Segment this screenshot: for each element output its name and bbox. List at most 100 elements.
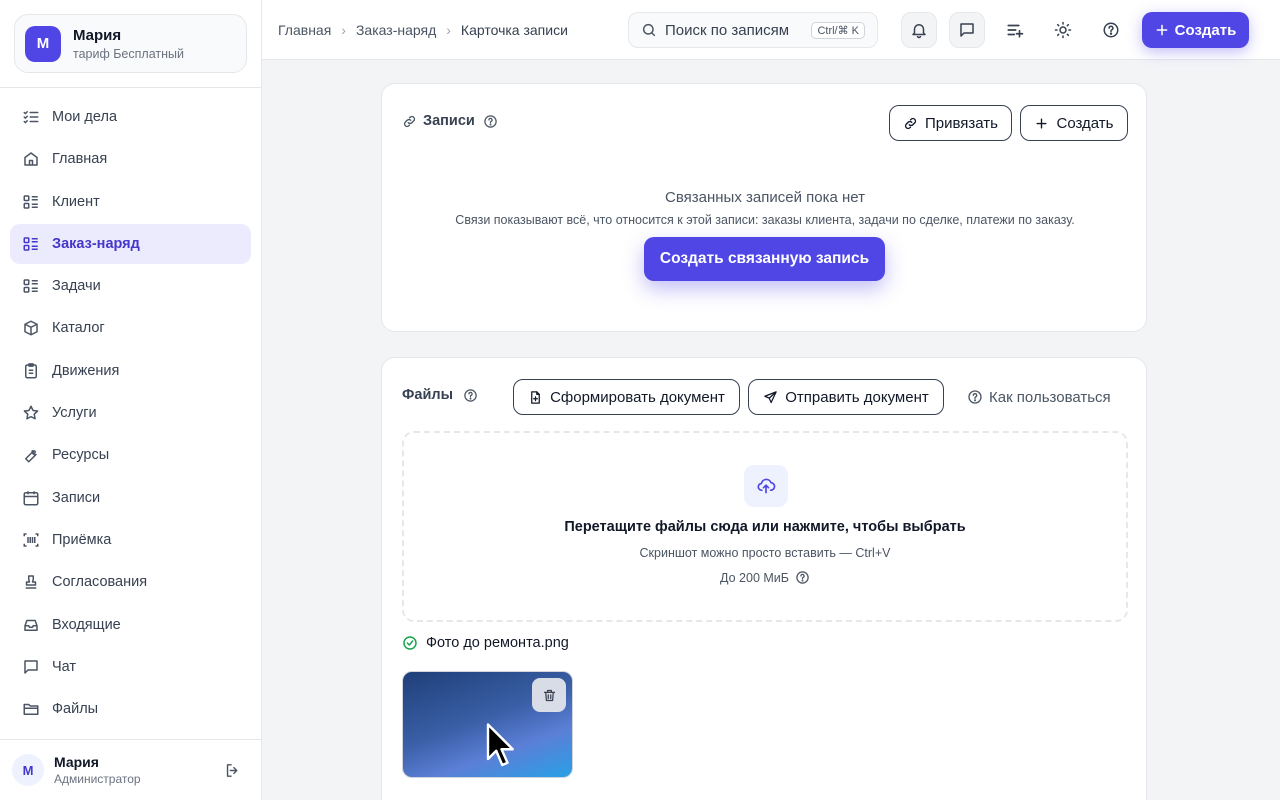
home-icon bbox=[24, 152, 38, 167]
empty-state-description: Связи показывают всё, что относится к эт… bbox=[455, 213, 1075, 227]
sun-icon bbox=[1054, 21, 1072, 39]
create-button[interactable]: Создать bbox=[1142, 12, 1249, 48]
topbar: Главная › Заказ-наряд › Карточка записи … bbox=[262, 0, 1280, 60]
sidebar-item-services[interactable]: Услуги bbox=[10, 393, 251, 433]
sidebar-item-label: Ресурсы bbox=[52, 447, 110, 464]
empty-state-title: Связанных записей пока нет bbox=[665, 189, 865, 206]
search-input[interactable]: Поиск по записям Ctrl/⌘ K bbox=[628, 12, 878, 48]
sidebar-item-approvals[interactable]: Согласования bbox=[10, 562, 251, 602]
breadcrumb-home[interactable]: Главная bbox=[278, 22, 331, 38]
sidebar-item-label: Записи bbox=[52, 489, 101, 506]
breadcrumb-work-order[interactable]: Заказ-наряд bbox=[356, 22, 436, 38]
theme-toggle-button[interactable] bbox=[1045, 12, 1081, 48]
trash-icon bbox=[543, 689, 555, 701]
send-icon bbox=[764, 390, 777, 403]
sidebar-item-work-order[interactable]: Заказ-наряд bbox=[10, 223, 251, 264]
sidebar-item-appointments[interactable]: Записи bbox=[10, 478, 251, 518]
check-circle-icon bbox=[403, 636, 417, 650]
divider bbox=[0, 739, 262, 740]
how-to-use-link[interactable]: Как пользоваться bbox=[967, 386, 1111, 408]
send-document-label: Отправить документ bbox=[785, 388, 929, 406]
folder-icon bbox=[23, 703, 39, 716]
divider bbox=[0, 87, 262, 88]
org-name: Мария bbox=[73, 26, 122, 44]
send-document-button[interactable]: Отправить документ bbox=[748, 379, 944, 415]
sidebar-item-catalog[interactable]: Каталог bbox=[10, 308, 251, 348]
logout-icon bbox=[226, 763, 237, 777]
file-plus-icon bbox=[531, 390, 540, 404]
sidebar-item-resources[interactable]: Ресурсы bbox=[10, 435, 251, 475]
stamp-icon bbox=[25, 575, 37, 590]
files-title-label: Файлы bbox=[402, 387, 453, 403]
sidebar-item-label: Файлы bbox=[52, 701, 99, 718]
file-dropzone[interactable]: Перетащите файлы сюда или нажмите, чтобы… bbox=[402, 431, 1128, 622]
link-icon bbox=[904, 117, 917, 129]
list-icon bbox=[23, 194, 38, 209]
create-linked-record-button[interactable]: Создать связанную запись bbox=[644, 237, 885, 281]
sidebar-item-inbox[interactable]: Входящие bbox=[10, 605, 251, 645]
records-title: Записи bbox=[402, 113, 498, 129]
bell-icon bbox=[912, 24, 926, 39]
messages-button[interactable] bbox=[949, 12, 985, 48]
sidebar-item-movements[interactable]: Движения bbox=[10, 351, 251, 391]
sidebar-item-label: Входящие bbox=[52, 616, 121, 633]
org-avatar: М bbox=[25, 25, 61, 62]
notifications-button[interactable] bbox=[901, 12, 937, 48]
avatar[interactable]: М bbox=[12, 754, 44, 786]
sidebar-item-label: Главная bbox=[52, 151, 108, 168]
sidebar-item-label: Движения bbox=[52, 362, 120, 379]
help-icon[interactable] bbox=[483, 114, 498, 129]
user-profile: М Мария Администратор bbox=[12, 752, 252, 788]
delete-file-button[interactable] bbox=[532, 678, 566, 712]
clipboard-icon bbox=[25, 362, 37, 379]
list-add-icon bbox=[1007, 24, 1024, 38]
chat-icon bbox=[960, 23, 974, 37]
upload-icon-box bbox=[744, 465, 788, 507]
help-icon[interactable] bbox=[795, 570, 810, 585]
chat-icon bbox=[24, 660, 38, 674]
sidebar-item-intake[interactable]: Приёмка bbox=[10, 520, 251, 560]
logout-button[interactable] bbox=[218, 756, 246, 784]
sidebar-item-label: Клиент bbox=[52, 193, 100, 210]
dropzone-limit-label: До 200 МиБ bbox=[720, 570, 789, 585]
files-title: Файлы bbox=[402, 387, 478, 403]
sidebar-item-home[interactable]: Главная bbox=[10, 139, 251, 179]
sidebar-nav: Мои дела Главная Клиент Заказ-наряд Зада… bbox=[10, 97, 251, 731]
add-to-list-button[interactable] bbox=[997, 12, 1033, 48]
dropzone-limit: До 200 МиБ bbox=[404, 570, 1126, 585]
scan-icon bbox=[23, 533, 39, 547]
sidebar-item-label: Приёмка bbox=[52, 531, 112, 548]
plus-icon bbox=[1156, 24, 1168, 36]
sidebar-item-label: Задачи bbox=[52, 278, 101, 295]
create-button-label: Создать bbox=[1174, 21, 1237, 39]
sidebar-item-label: Согласования bbox=[52, 574, 148, 591]
sidebar-item-label: Мои дела bbox=[52, 109, 118, 125]
uploaded-file-name: Фото до ремонта.png bbox=[426, 635, 569, 651]
create-record-label: Создать bbox=[1056, 114, 1114, 132]
records-title-label: Записи bbox=[423, 113, 475, 129]
sidebar-item-label: Услуги bbox=[52, 405, 97, 422]
breadcrumb: Главная › Заказ-наряд › Карточка записи bbox=[278, 0, 568, 60]
wrench-icon bbox=[25, 450, 37, 463]
help-icon[interactable] bbox=[463, 388, 478, 403]
star-icon bbox=[23, 405, 39, 420]
sidebar-item-client[interactable]: Клиент bbox=[10, 182, 251, 222]
calendar-icon bbox=[23, 490, 39, 506]
create-record-button[interactable]: Создать bbox=[1020, 105, 1128, 141]
generate-document-button[interactable]: Сформировать документ bbox=[513, 379, 740, 415]
sidebar-item-chat[interactable]: Чат bbox=[10, 647, 251, 687]
help-button[interactable] bbox=[1093, 12, 1129, 48]
org-plan: тариф Бесплатный bbox=[73, 46, 184, 61]
search-icon bbox=[642, 23, 656, 37]
sidebar-item-my-tasks[interactable]: Мои дела bbox=[10, 97, 251, 137]
breadcrumb-current: Карточка записи bbox=[460, 22, 568, 38]
org-switcher[interactable]: М Мария тариф Бесплатный bbox=[14, 14, 247, 73]
cloud-upload-icon bbox=[757, 478, 776, 494]
link-record-button[interactable]: Привязать bbox=[889, 105, 1012, 141]
user-name: Мария bbox=[54, 754, 99, 770]
help-icon bbox=[1103, 22, 1119, 38]
chevron-right-icon: › bbox=[446, 22, 451, 38]
list-icon bbox=[23, 279, 38, 293]
sidebar-item-tasks[interactable]: Задачи bbox=[10, 266, 251, 306]
sidebar-item-files[interactable]: Файлы bbox=[10, 689, 251, 729]
